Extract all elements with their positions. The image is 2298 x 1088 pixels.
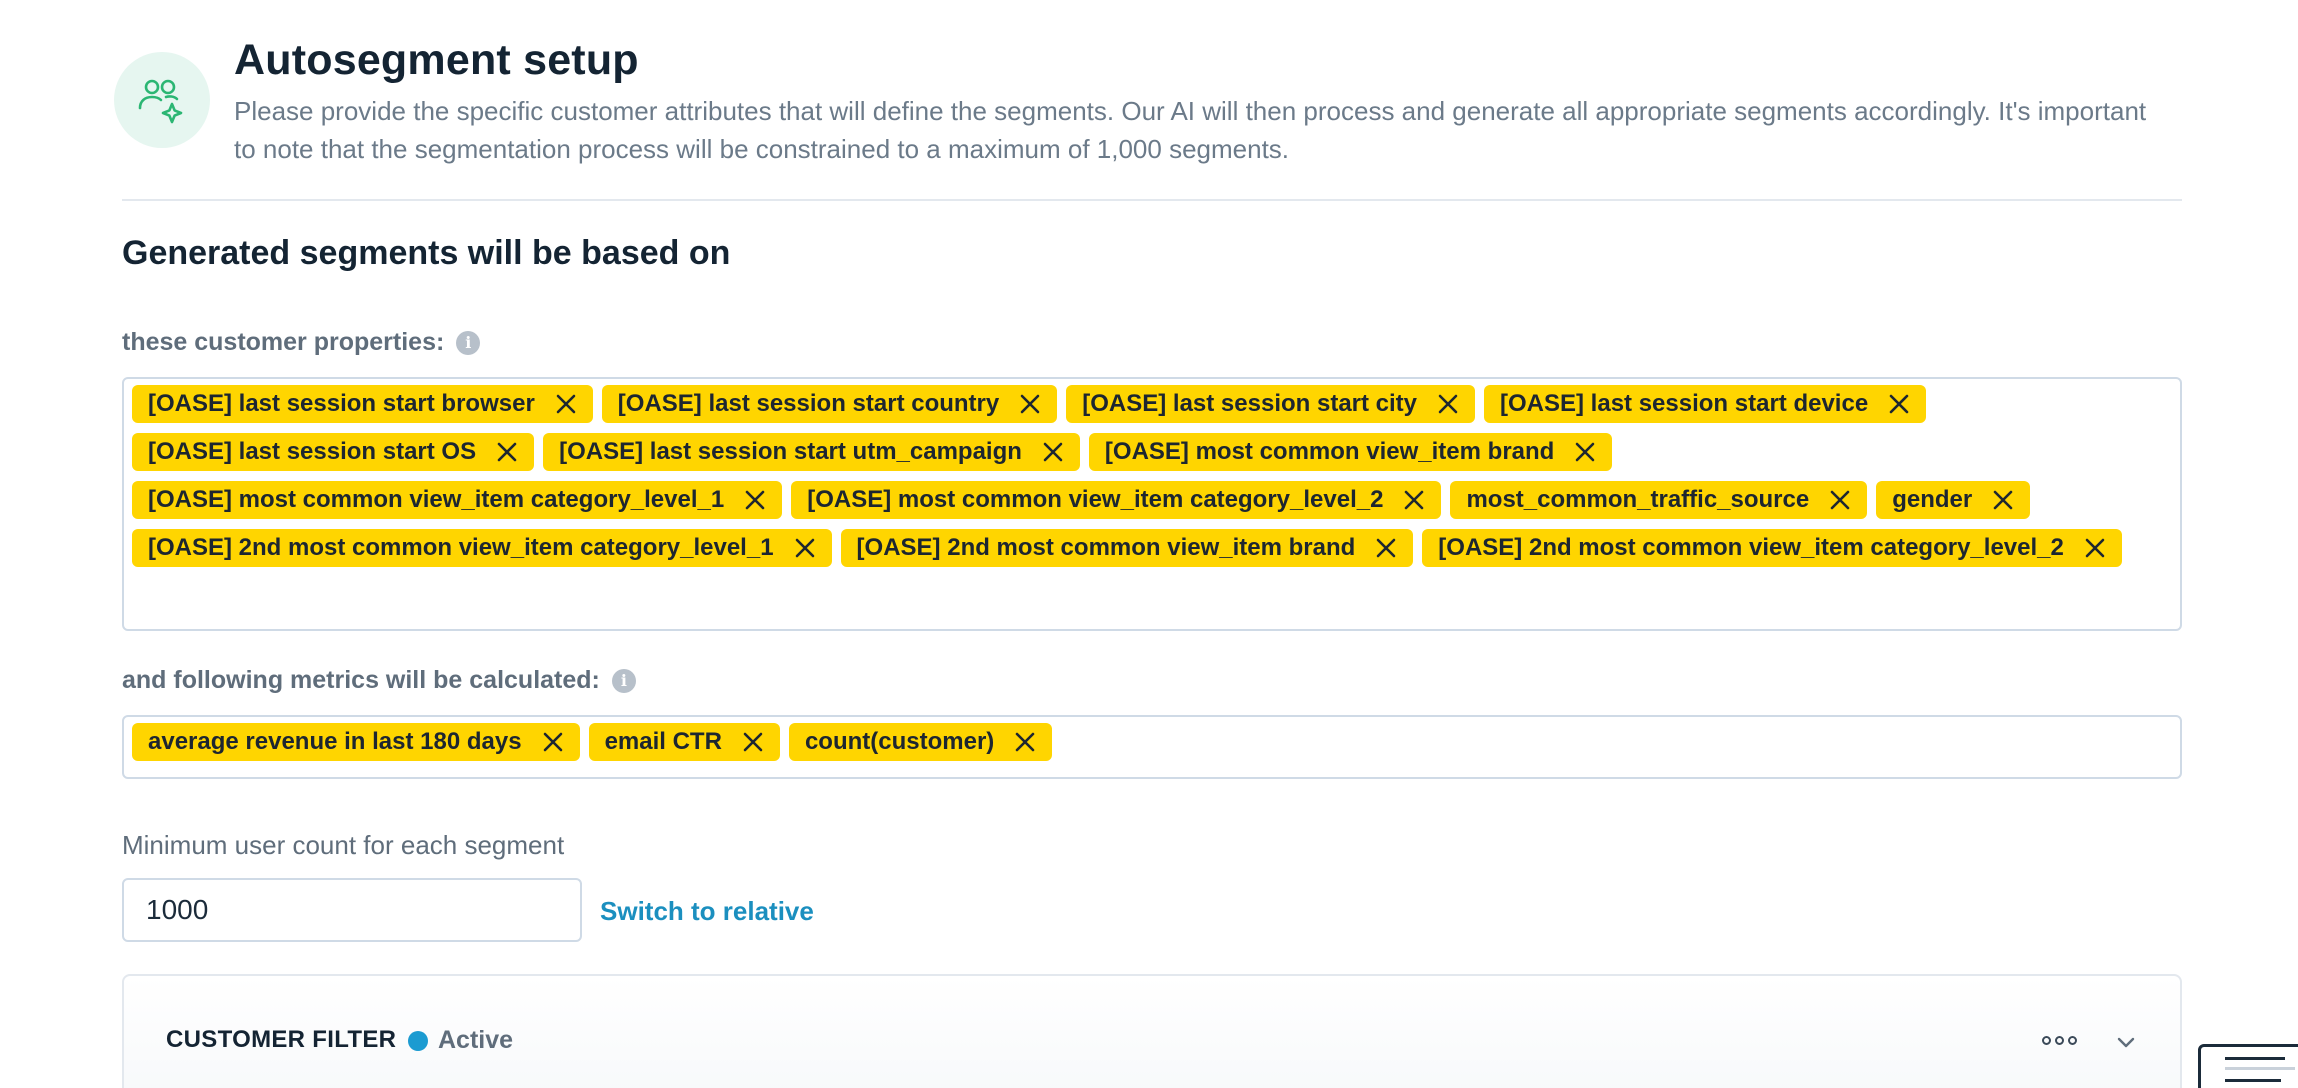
close-icon[interactable] xyxy=(1040,439,1066,465)
tag-chip: [OASE] 2nd most common view_item categor… xyxy=(132,529,832,567)
tag-chip: gender xyxy=(1876,481,2031,519)
tag-chip: [OASE] last session start utm_campaign xyxy=(543,433,1080,471)
tag-label: [OASE] last session start utm_campaign xyxy=(559,438,1022,465)
tag-chip: average revenue in last 180 days xyxy=(132,723,580,761)
tag-chip: [OASE] most common view_item category_le… xyxy=(132,481,783,519)
tag-label: [OASE] 2nd most common view_item categor… xyxy=(148,534,774,561)
close-icon[interactable] xyxy=(1990,487,2016,513)
min-count-input[interactable] xyxy=(122,878,582,942)
tag-label: [OASE] most common view_item category_le… xyxy=(148,486,725,513)
close-icon[interactable] xyxy=(1012,729,1038,755)
preview-thumbnail xyxy=(2198,1044,2298,1088)
tag-chip: [OASE] last session start OS xyxy=(132,433,535,471)
tag-label: most_common_traffic_source xyxy=(1466,486,1810,513)
tag-chip: [OASE] last session start country xyxy=(601,385,1058,423)
filter-title: CUSTOMER FILTER xyxy=(166,1026,397,1053)
close-icon[interactable] xyxy=(494,439,520,465)
tag-chip: [OASE] most common view_item brand xyxy=(1088,433,1613,471)
section-title: Generated segments will be based on xyxy=(122,234,731,272)
info-icon[interactable]: i xyxy=(611,668,636,693)
close-icon[interactable] xyxy=(1401,487,1427,513)
tag-label: [OASE] 2nd most common view_item categor… xyxy=(1438,534,2064,561)
close-icon[interactable] xyxy=(1373,535,1399,561)
info-icon[interactable]: i xyxy=(456,330,481,355)
tag-chip: most_common_traffic_source xyxy=(1450,481,1868,519)
tag-chip: [OASE] last session start browser xyxy=(132,385,593,423)
close-icon[interactable] xyxy=(742,487,768,513)
tag-label: [OASE] last session start city xyxy=(1082,390,1418,417)
status-badge: Active xyxy=(408,1026,513,1055)
close-icon[interactable] xyxy=(1886,391,1912,417)
page-header: Autosegment setup Please provide the spe… xyxy=(114,36,2182,200)
close-icon[interactable] xyxy=(1827,487,1853,513)
chevron-down-icon[interactable] xyxy=(2112,1028,2140,1056)
close-icon[interactable] xyxy=(1435,391,1461,417)
close-icon[interactable] xyxy=(553,391,579,417)
metrics-label-row: and following metrics will be calculated… xyxy=(122,666,636,695)
properties-label-row: these customer properties: i xyxy=(122,328,481,357)
close-icon[interactable] xyxy=(2082,535,2108,561)
metrics-label: and following metrics will be calculated… xyxy=(122,666,600,694)
tag-chip: count(customer) xyxy=(788,723,1053,761)
tag-label: email CTR xyxy=(604,728,722,755)
tag-label: [OASE] last session start country xyxy=(617,390,1000,417)
min-count-label: Minimum user count for each segment xyxy=(122,830,565,860)
close-icon[interactable] xyxy=(740,729,766,755)
close-icon[interactable] xyxy=(540,729,566,755)
header-divider xyxy=(122,199,2182,201)
close-icon[interactable] xyxy=(1572,439,1598,465)
status-dot-icon xyxy=(408,1030,428,1051)
status-label: Active xyxy=(438,1026,514,1054)
properties-tag-input[interactable]: [OASE] last session start browser [OASE] … xyxy=(122,377,2182,631)
page-title: Autosegment setup xyxy=(234,36,639,84)
tag-label: count(customer) xyxy=(804,728,995,755)
tag-label: gender xyxy=(1892,486,1973,513)
tag-label: average revenue in last 180 days xyxy=(148,728,522,755)
tag-label: [OASE] last session start browser xyxy=(148,390,535,417)
metrics-tag-input[interactable]: average revenue in last 180 days email CT… xyxy=(122,715,2182,779)
tag-label: [OASE] last session start OS xyxy=(148,438,477,465)
tag-chip: [OASE] last session start device xyxy=(1484,385,1927,423)
tag-label: [OASE] 2nd most common view_item brand xyxy=(856,534,1356,561)
close-icon[interactable] xyxy=(1017,391,1043,417)
tag-label: [OASE] most common view_item brand xyxy=(1104,438,1555,465)
tag-label: [OASE] last session start device xyxy=(1500,390,1869,417)
tag-chip: [OASE] 2nd most common view_item brand xyxy=(840,529,1414,567)
page-description: Please provide the specific customer att… xyxy=(234,96,2147,164)
tag-label: [OASE] most common view_item category_le… xyxy=(807,486,1384,513)
customer-filter-panel[interactable]: CUSTOMER FILTER Active xyxy=(122,974,2182,1088)
tag-chip: [OASE] last session start city xyxy=(1066,385,1476,423)
users-sparkle-icon xyxy=(114,52,210,148)
tag-chip: [OASE] 2nd most common view_item categor… xyxy=(1422,529,2122,567)
tag-chip: [OASE] most common view_item category_le… xyxy=(791,481,1442,519)
close-icon[interactable] xyxy=(792,535,818,561)
switch-to-relative-link[interactable]: Switch to relative xyxy=(600,896,814,927)
properties-label: these customer properties: xyxy=(122,328,445,356)
more-options-icon[interactable] xyxy=(2042,1036,2077,1045)
tag-chip: email CTR xyxy=(588,723,780,761)
